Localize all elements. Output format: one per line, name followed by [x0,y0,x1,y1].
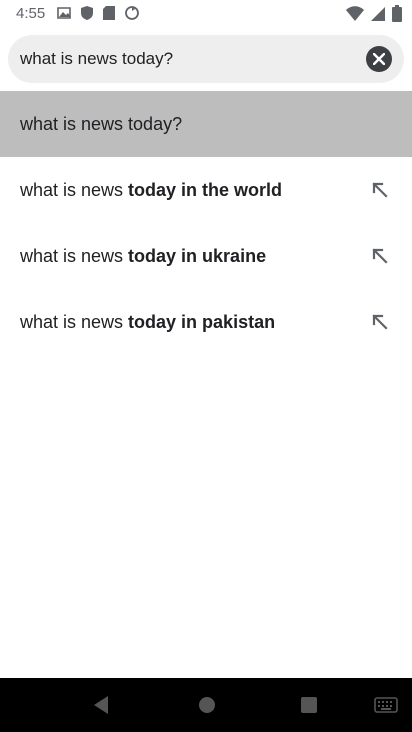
suggestion-item[interactable]: what is news today? [0,91,412,157]
shield-icon [81,6,93,20]
suggestion-bold-text: today in the world [128,179,283,200]
status-bar: 4:55 [0,0,412,28]
suggestion-item[interactable]: what is news today in ukraine [0,223,412,289]
battery-icon [392,5,402,22]
navigation-bar [0,678,412,732]
recents-icon[interactable] [298,693,320,717]
wifi-icon [346,5,364,21]
fill-query-arrow-icon[interactable] [368,244,392,268]
suggestion-bold-text: today in ukraine [128,245,267,266]
signal-icon [371,6,385,21]
fill-query-arrow-icon[interactable] [368,310,392,334]
search-bar [8,35,404,83]
suggestion-text: what is news today in pakistan [20,312,275,333]
status-icons-right [346,5,402,22]
suggestion-text: what is news today in ukraine [20,246,266,267]
sync-icon [125,6,139,20]
suggestion-text: what is news today in the world [20,180,282,201]
sd-card-icon [103,6,115,20]
suggestion-item[interactable]: what is news today in pakistan [0,289,412,355]
search-input[interactable] [20,35,360,83]
clear-button[interactable] [366,46,392,72]
back-icon[interactable] [90,693,112,717]
keyboard-icon[interactable] [374,693,398,717]
home-icon[interactable] [196,693,218,717]
suggestion-plain-text: what is news [20,311,129,332]
suggestion-bold-text: today in pakistan [128,311,276,332]
close-icon [373,53,385,65]
status-icons-left [56,5,140,21]
suggestion-plain-text: what is news [20,179,129,200]
fill-query-arrow-icon[interactable] [368,178,392,202]
suggestion-plain-text: what is news [20,245,129,266]
suggestion-item[interactable]: what is news today in the world [0,157,412,223]
suggestion-plain-text: what is news today? [20,113,183,134]
suggestion-text: what is news today? [20,114,182,135]
photos-icon [57,7,71,19]
status-time: 4:55 [16,5,46,22]
